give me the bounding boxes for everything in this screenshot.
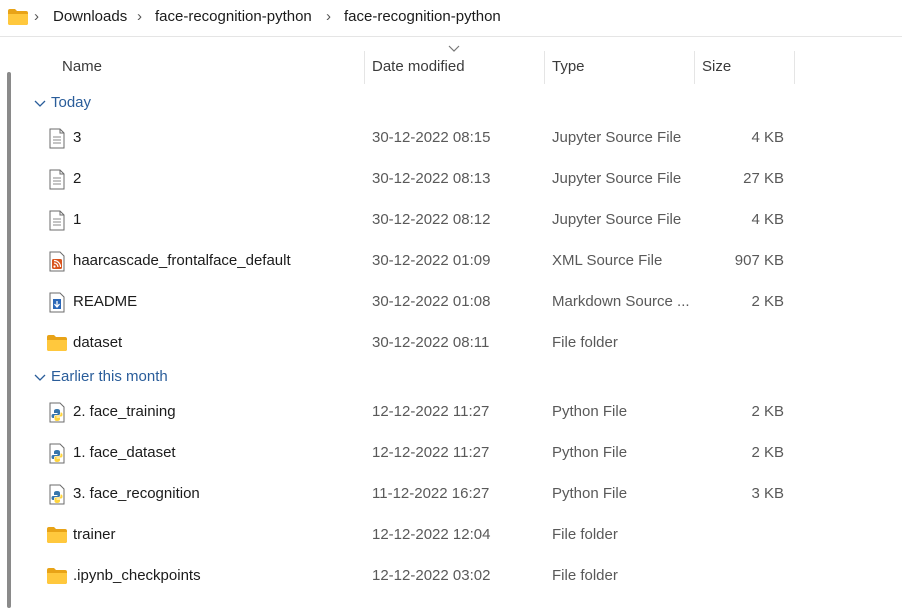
breadcrumb-separator: ›	[137, 8, 142, 25]
folder-row[interactable]: trainer 12-12-2022 12:04 File folder	[22, 515, 802, 556]
column-divider[interactable]	[694, 51, 695, 84]
group-header-today[interactable]: Today	[34, 93, 334, 117]
file-row[interactable]: 3 30-12-2022 08:15 Jupyter Source File 4…	[22, 118, 802, 159]
text-file-icon	[49, 128, 65, 149]
file-row[interactable]: 1. face_dataset 12-12-2022 11:27 Python …	[22, 433, 802, 474]
column-header-date-modified[interactable]: Date modified	[372, 58, 465, 75]
breadcrumb-item-project[interactable]: face-recognition-python	[155, 8, 312, 25]
scrollbar-thumb[interactable]	[7, 72, 11, 608]
column-header-size[interactable]: Size	[702, 58, 731, 75]
folder-icon	[47, 568, 67, 584]
python-file-icon	[49, 443, 65, 464]
file-type: Jupyter Source File	[552, 129, 682, 146]
file-date: 12-12-2022 11:27	[372, 444, 490, 461]
group-label: Earlier this month	[51, 368, 168, 385]
chevron-down-icon[interactable]	[34, 373, 46, 383]
file-date: 11-12-2022 16:27	[372, 485, 490, 502]
markdown-file-icon	[49, 292, 65, 313]
file-size: 4 KB	[751, 129, 784, 146]
file-name: .ipynb_checkpoints	[73, 567, 201, 584]
file-type: Markdown Source ...	[552, 293, 690, 310]
file-type: Jupyter Source File	[552, 170, 682, 187]
folder-icon	[47, 335, 67, 351]
file-date: 30-12-2022 01:09	[372, 252, 491, 269]
file-type: XML Source File	[552, 252, 663, 269]
python-file-icon	[49, 402, 65, 423]
file-row[interactable]: 1 30-12-2022 08:12 Jupyter Source File 4…	[22, 200, 802, 241]
folder-icon[interactable]	[8, 9, 28, 25]
xml-file-icon	[49, 251, 65, 272]
file-name: 1	[73, 211, 82, 228]
folder-row[interactable]: .ipynb_checkpoints 12-12-2022 03:02 File…	[22, 556, 802, 597]
folder-icon	[47, 527, 67, 543]
file-type: Jupyter Source File	[552, 211, 682, 228]
file-type: Python File	[552, 444, 628, 461]
file-date: 12-12-2022 03:02	[372, 567, 491, 584]
file-name: README	[73, 293, 138, 310]
group-header-earlier-this-month[interactable]: Earlier this month	[34, 367, 334, 391]
breadcrumb: › Downloads › face-recognition-python › …	[0, 0, 902, 37]
sort-chevron-down-icon	[448, 45, 460, 52]
file-size: 3 KB	[751, 485, 784, 502]
folder-row[interactable]: dataset 30-12-2022 08:11 File folder	[22, 323, 802, 364]
text-file-icon	[49, 169, 65, 190]
column-divider[interactable]	[364, 51, 365, 84]
chevron-down-icon[interactable]	[34, 99, 46, 109]
file-type: File folder	[552, 567, 618, 584]
file-date: 30-12-2022 08:12	[372, 211, 491, 228]
text-file-icon	[49, 210, 65, 231]
breadcrumb-separator: ›	[326, 8, 331, 25]
file-row[interactable]: 3. face_recognition 11-12-2022 16:27 Pyt…	[22, 474, 802, 515]
file-size: 2 KB	[751, 293, 784, 310]
breadcrumb-separator: ›	[34, 8, 39, 25]
group-label: Today	[51, 94, 92, 111]
file-size: 4 KB	[751, 211, 784, 228]
file-size: 2 KB	[751, 403, 784, 420]
file-row[interactable]: 2 30-12-2022 08:13 Jupyter Source File 2…	[22, 159, 802, 200]
file-name: 2. face_training	[73, 403, 176, 420]
column-divider[interactable]	[794, 51, 795, 84]
breadcrumb-item-current[interactable]: face-recognition-python	[344, 8, 501, 25]
file-row[interactable]: README 30-12-2022 01:08 Markdown Source …	[22, 282, 802, 323]
file-size: 27 KB	[743, 170, 784, 187]
file-size: 907 KB	[734, 252, 784, 269]
file-date: 30-12-2022 01:08	[372, 293, 491, 310]
file-type: Python File	[552, 485, 628, 502]
file-name: 1. face_dataset	[73, 444, 176, 461]
file-type: Python File	[552, 403, 628, 420]
file-date: 12-12-2022 11:27	[372, 403, 490, 420]
file-date: 12-12-2022 12:04	[372, 526, 491, 543]
breadcrumb-item-downloads[interactable]: Downloads	[53, 8, 127, 25]
file-date: 30-12-2022 08:15	[372, 129, 491, 146]
file-name: 3	[73, 129, 82, 146]
file-row[interactable]: haarcascade_frontalface_default 30-12-20…	[22, 241, 802, 282]
column-divider[interactable]	[544, 51, 545, 84]
column-headers: Name Date modified Type Size	[22, 43, 802, 87]
file-name: 3. face_recognition	[73, 485, 200, 502]
file-date: 30-12-2022 08:11	[372, 334, 490, 351]
file-name: 2	[73, 170, 82, 187]
file-name: haarcascade_frontalface_default	[73, 252, 291, 269]
file-size: 2 KB	[751, 444, 784, 461]
file-date: 30-12-2022 08:13	[372, 170, 491, 187]
file-name: trainer	[73, 526, 116, 543]
file-name: dataset	[73, 334, 123, 351]
column-header-name[interactable]: Name	[62, 58, 102, 75]
python-file-icon	[49, 484, 65, 505]
file-row[interactable]: 2. face_training 12-12-2022 11:27 Python…	[22, 392, 802, 433]
column-header-type[interactable]: Type	[552, 58, 585, 75]
file-type: File folder	[552, 526, 618, 543]
file-type: File folder	[552, 334, 618, 351]
